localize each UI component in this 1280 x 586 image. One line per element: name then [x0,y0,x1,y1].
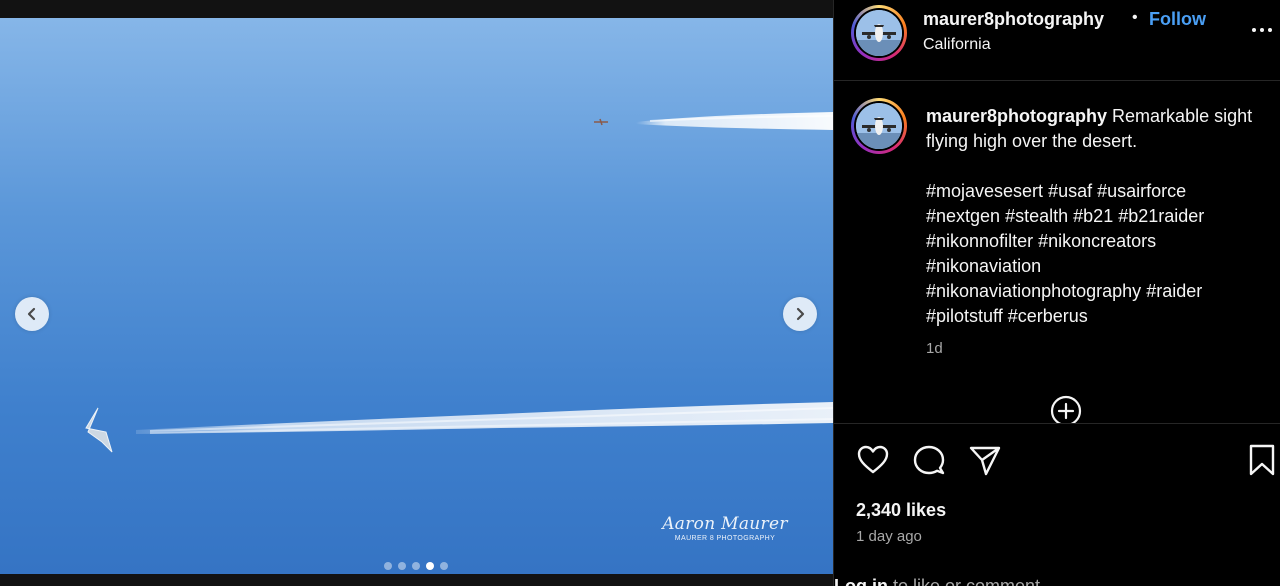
hashtag-link[interactable]: #b21raider [1118,206,1204,226]
carousel-dot [440,562,448,570]
login-prompt: Log in to like or comment. [834,576,1045,586]
send-icon[interactable] [968,443,1002,477]
hashtag-link[interactable]: #mojavesesert [926,181,1043,201]
carousel-dot-active [426,562,434,570]
caption-text-block: maurer8photography Remarkable sight flyi… [926,104,1266,154]
hashtag-link[interactable]: #b21 [1073,206,1113,226]
sky-photo [85,112,833,453]
photographer-watermark: Aaron Maurer MAURER 8 PHOTOGRAPHY [660,514,790,542]
caption-hashtags: #mojavesesert #usaf #usairforce #nextgen… [926,179,1266,329]
comment-icon[interactable] [912,443,946,477]
plus-circle-icon [1050,395,1082,424]
likes-count[interactable]: 2,340 likes [856,500,946,521]
hashtag-link[interactable]: #pilotstuff [926,306,1003,326]
stealth-bomber [85,407,113,453]
chevron-right-icon [796,307,805,321]
header-divider [834,80,1280,81]
action-bar [834,443,1280,477]
post-image: Aaron Maurer MAURER 8 PHOTOGRAPHY [0,18,833,574]
airplane-avatar-icon [856,103,902,149]
distant-airliner [594,118,608,126]
caption-username[interactable]: maurer8photography [926,106,1107,126]
next-photo-button[interactable] [783,297,817,331]
watermark-name: Aaron Maurer [662,514,788,534]
hashtag-link[interactable]: #cerberus [1008,306,1088,326]
carousel-dot [398,562,406,570]
avatar[interactable] [851,98,907,154]
chevron-left-icon [27,307,36,321]
post-side-panel: maurer8photography • Follow California m… [833,0,1280,586]
watermark-subtitle: MAURER 8 PHOTOGRAPHY [674,535,776,542]
airplane-avatar-icon [856,10,902,56]
hashtag-link[interactable]: #nikonaviation [926,256,1041,276]
carousel-dot [412,562,420,570]
follow-button[interactable]: Follow [1149,9,1206,30]
carousel-indicator [384,562,448,570]
caption-timestamp: 1d [926,340,943,357]
media-bottom-bar [0,574,833,586]
caption-divider [834,423,1280,424]
heart-icon[interactable] [856,443,890,477]
carousel-dot [384,562,392,570]
bookmark-icon[interactable] [1247,443,1277,477]
load-more-comments-button[interactable] [1049,394,1083,424]
lower-contrail [136,402,833,434]
hashtag-link[interactable]: #usaf [1048,181,1092,201]
header-separator: • [1132,9,1138,26]
previous-photo-button[interactable] [15,297,49,331]
post-age: 1 day ago [856,528,922,545]
hashtag-link[interactable]: #nikonaviationphotography [926,281,1141,301]
hashtag-link[interactable]: #nextgen [926,206,1000,226]
hashtag-link[interactable]: #raider [1146,281,1202,301]
upper-contrail [636,112,833,130]
post-location[interactable]: California [923,36,991,54]
login-link[interactable]: Log in [834,576,888,586]
hashtag-link[interactable]: #nikoncreators [1038,231,1156,251]
avatar[interactable] [851,5,907,61]
media-top-bar [0,0,833,18]
login-prompt-text: to like or comment. [887,576,1046,586]
hashtag-link[interactable]: #nikonnofilter [926,231,1033,251]
hashtag-link[interactable]: #stealth [1005,206,1068,226]
hashtag-link[interactable]: #usairforce [1097,181,1186,201]
post-author-username[interactable]: maurer8photography [923,9,1104,30]
more-options-icon[interactable] [1249,22,1275,38]
